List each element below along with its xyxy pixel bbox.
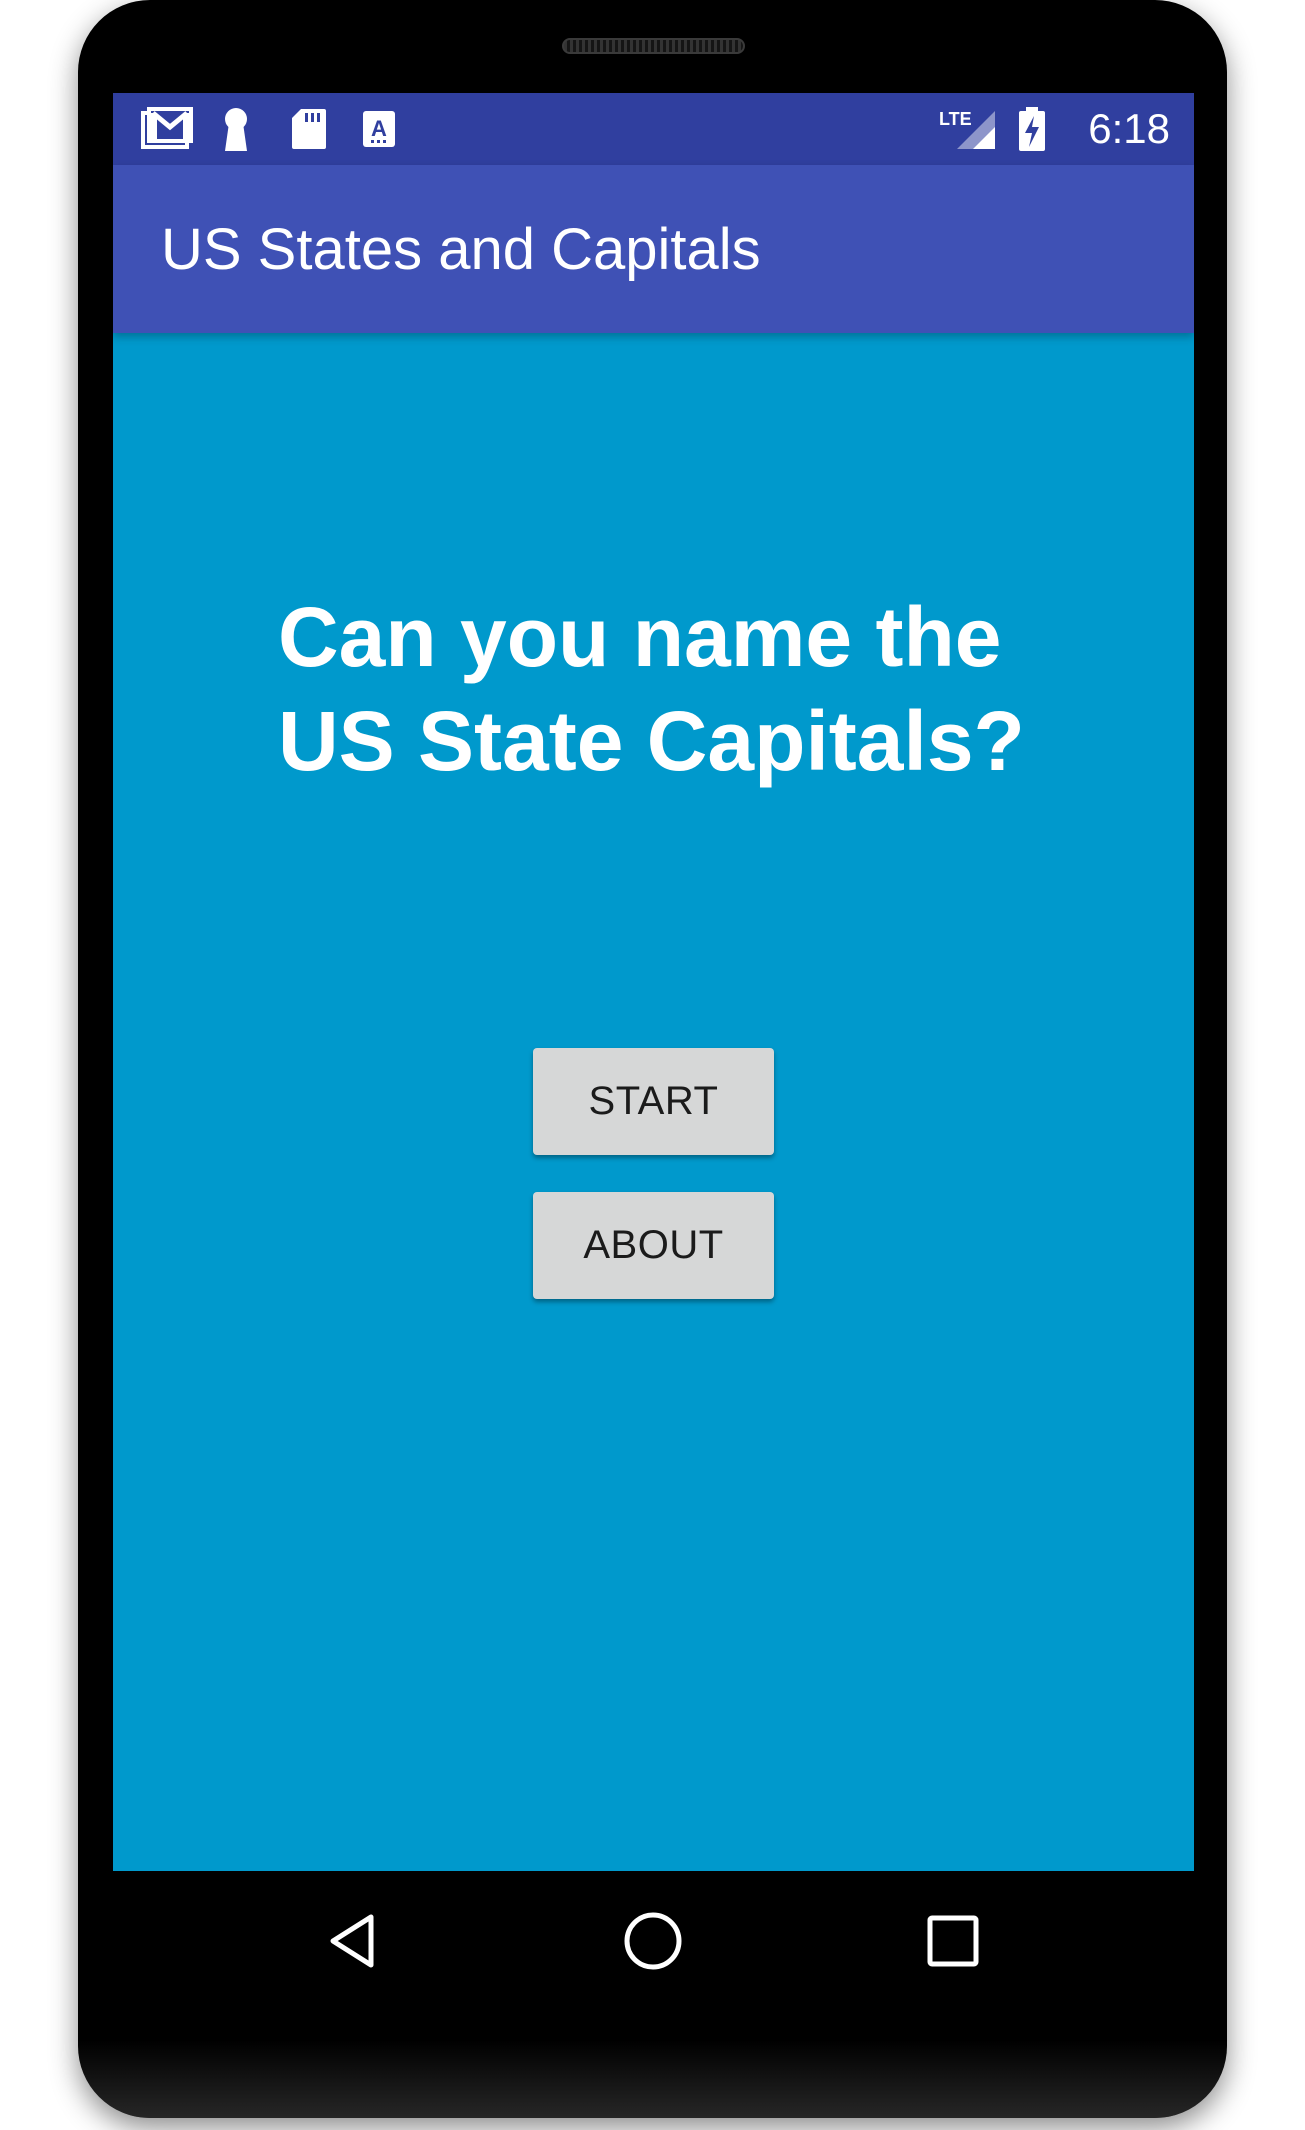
home-icon[interactable] <box>605 1893 701 1989</box>
headline: Can you name the US State Capitals? <box>278 585 1078 793</box>
back-icon[interactable] <box>305 1893 401 1989</box>
keyboard-a-icon: A <box>361 107 397 151</box>
keyhole-icon <box>221 107 251 151</box>
app-bar: US States and Capitals <box>113 165 1194 333</box>
gmail-icon <box>141 107 193 151</box>
about-button[interactable]: ABOUT <box>533 1192 774 1299</box>
speaker-grille <box>562 38 745 54</box>
screen: A LTE 6:18 US States and Capitals Can yo… <box>113 93 1194 1871</box>
headline-line-1: Can you name the <box>278 590 1002 684</box>
phone-bottom-shade <box>78 2040 1227 2118</box>
svg-text:A: A <box>371 116 387 141</box>
recents-icon[interactable] <box>905 1893 1001 1989</box>
lte-signal-icon: LTE <box>939 107 997 151</box>
sd-card-icon <box>291 107 327 151</box>
nav-bar <box>113 1871 1194 2011</box>
headline-line-2: US State Capitals? <box>278 694 1025 788</box>
status-time: 6:18 <box>1088 105 1170 152</box>
svg-text:LTE: LTE <box>939 109 972 129</box>
start-button[interactable]: START <box>533 1048 774 1155</box>
status-bar: A LTE 6:18 <box>113 93 1194 165</box>
battery-charging-icon <box>1017 107 1047 151</box>
app-title: US States and Capitals <box>161 217 761 282</box>
